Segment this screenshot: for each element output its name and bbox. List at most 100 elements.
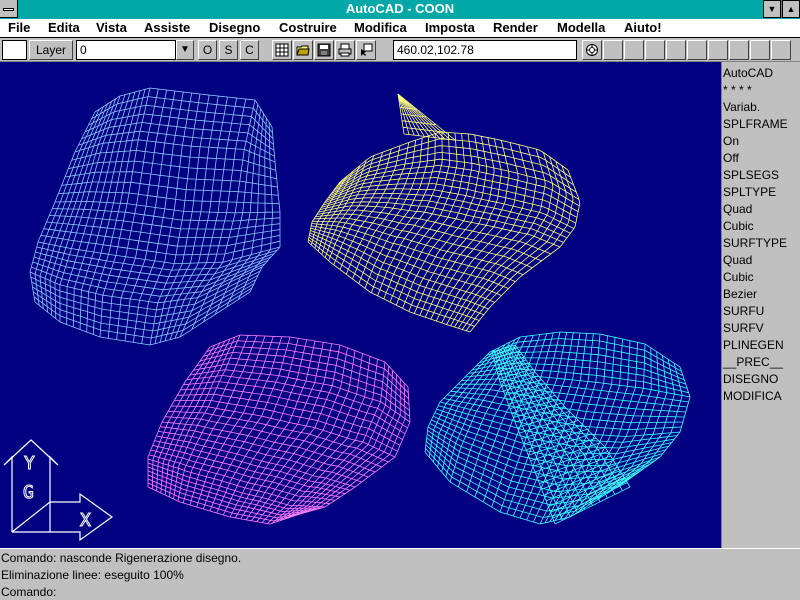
screen-menu-item[interactable]: DISEGNO	[723, 372, 778, 386]
layer-dropdown-arrow-icon[interactable]: ▼	[176, 40, 194, 60]
screen-menu: AutoCAD * * * * Variab. SPLFRAME On Off …	[721, 62, 800, 548]
drawing-area[interactable]: Y G X	[0, 62, 721, 548]
mesh-line	[624, 366, 691, 483]
menu-file[interactable]: File	[8, 20, 30, 35]
screen-menu-item[interactable]: __PREC__	[723, 355, 783, 369]
mesh-line	[318, 205, 561, 248]
ucs-y-label: Y	[24, 453, 35, 474]
screen-menu-item[interactable]: SURFU	[723, 304, 764, 318]
menu-bar: File Edita Vista Assiste Disegno Costrui…	[0, 19, 800, 38]
mesh-line	[202, 108, 262, 323]
window-title: AutoCAD - COON	[345, 1, 455, 16]
screen-menu-item[interactable]: * * * *	[723, 83, 752, 97]
screen-menu-item[interactable]: MODIFICA	[723, 389, 782, 403]
ortho-button[interactable]: O	[198, 40, 217, 60]
screen-menu-item[interactable]: SPLSEGS	[723, 168, 779, 182]
screen-menu-item[interactable]: Cubic	[723, 219, 754, 233]
print-icon[interactable]	[335, 40, 355, 60]
screen-menu-item[interactable]: SURFV	[723, 321, 764, 335]
screen-menu-item[interactable]: SPLTYPE	[723, 185, 776, 199]
menu-imposta[interactable]: Imposta	[425, 20, 475, 35]
wireframe-surface-3	[147, 334, 411, 525]
mesh-line	[29, 266, 263, 304]
mesh-line	[154, 440, 351, 491]
command-area: Comando: nasconde Rigenerazione disegno.…	[0, 548, 800, 600]
screen-menu-item[interactable]: PLINEGEN	[723, 338, 784, 352]
coordinate-display: 460.02,102.78	[393, 40, 577, 60]
screen-menu-item[interactable]: AutoCAD	[723, 66, 773, 80]
screen-menu-item[interactable]: Cubic	[723, 270, 754, 284]
open-folder-icon[interactable]	[293, 40, 313, 60]
menu-disegno[interactable]: Disegno	[209, 20, 260, 35]
mesh-line	[206, 340, 409, 394]
wireframe-surface-1	[29, 87, 281, 346]
wireframe-surface-2	[307, 131, 581, 333]
mesh-line	[147, 466, 321, 510]
mesh-line	[54, 200, 281, 214]
toolbar-blank-button-4[interactable]	[666, 40, 686, 60]
toolbar-blank-button-9[interactable]	[771, 40, 791, 60]
screen-menu-item[interactable]: Variab.	[723, 100, 760, 114]
title-bar: AutoCAD - COON ▼ ▲	[0, 0, 800, 19]
toolbar-blank-button-5[interactable]	[687, 40, 707, 60]
mesh-line	[72, 93, 131, 328]
mesh-line	[439, 401, 681, 437]
aerial-view-icon[interactable]	[582, 40, 602, 60]
mesh-line	[466, 335, 534, 493]
mesh-line	[52, 208, 281, 222]
snap-button[interactable]: S	[219, 40, 238, 60]
mesh-line	[445, 339, 516, 478]
screen-menu-item[interactable]: Bezier	[723, 287, 757, 301]
screen-menu-item[interactable]: SPLFRAME	[723, 117, 788, 131]
menu-render[interactable]: Render	[493, 20, 538, 35]
mesh-line	[295, 382, 406, 516]
toolbar-blank-button-8[interactable]	[750, 40, 770, 60]
command-history-line: Eliminazione linee: eseguito 100%	[1, 568, 184, 582]
save-disk-icon[interactable]	[314, 40, 334, 60]
layer-dropdown[interactable]: 0	[76, 40, 176, 60]
menu-modifica[interactable]: Modifica	[354, 20, 407, 35]
command-prompt[interactable]: Comando:	[1, 585, 56, 599]
coords-toggle-button[interactable]: C	[240, 40, 259, 60]
mesh-line	[29, 111, 96, 303]
new-drawing-icon[interactable]	[272, 40, 292, 60]
mesh-line	[279, 366, 390, 522]
toolbar-blank-button-3[interactable]	[645, 40, 665, 60]
mesh-line	[174, 98, 247, 339]
pointer-select-icon[interactable]	[356, 40, 376, 60]
layer-button[interactable]: Layer	[29, 40, 73, 60]
minimize-button[interactable]: ▼	[763, 0, 781, 18]
screen-menu-item[interactable]: Off	[723, 151, 739, 165]
menu-costruire[interactable]: Costruire	[279, 20, 337, 35]
mesh-line	[311, 225, 509, 289]
toolbar: Layer 0 ▼ O S C 460.02,102.78	[0, 38, 800, 62]
menu-vista[interactable]: Vista	[96, 20, 127, 35]
mesh-line	[578, 347, 652, 512]
ucs-g-label: G	[23, 482, 34, 503]
mesh-line	[189, 335, 266, 506]
toolbar-blank-button-7[interactable]	[729, 40, 749, 60]
screen-menu-item[interactable]: Quad	[723, 202, 752, 216]
menu-assiste[interactable]: Assiste	[144, 20, 190, 35]
mesh-line	[310, 227, 502, 296]
toolbar-blank-button-1[interactable]	[603, 40, 623, 60]
ucs-x-label: X	[80, 510, 91, 531]
menu-modella[interactable]: Modella	[557, 20, 605, 35]
screen-menu-item[interactable]: Quad	[723, 253, 752, 267]
wireframe-surface-4	[424, 331, 691, 525]
menu-edita[interactable]: Edita	[48, 20, 80, 35]
mesh-line	[424, 351, 491, 453]
mesh-line	[606, 359, 675, 494]
mesh-line	[202, 336, 283, 510]
color-swatch[interactable]	[2, 40, 27, 60]
toolbar-blank-button-6[interactable]	[708, 40, 728, 60]
mesh-line	[216, 338, 299, 514]
screen-menu-item[interactable]: SURFTYPE	[723, 236, 787, 250]
maximize-button[interactable]: ▲	[782, 0, 800, 18]
mesh-line	[299, 386, 411, 515]
mesh-line	[161, 421, 376, 473]
screen-menu-item[interactable]: On	[723, 134, 739, 148]
menu-aiuto[interactable]: Aiuto!	[624, 20, 662, 35]
toolbar-blank-button-2[interactable]	[624, 40, 644, 60]
command-history-line: Comando: nasconde Rigenerazione disegno.	[1, 551, 242, 565]
